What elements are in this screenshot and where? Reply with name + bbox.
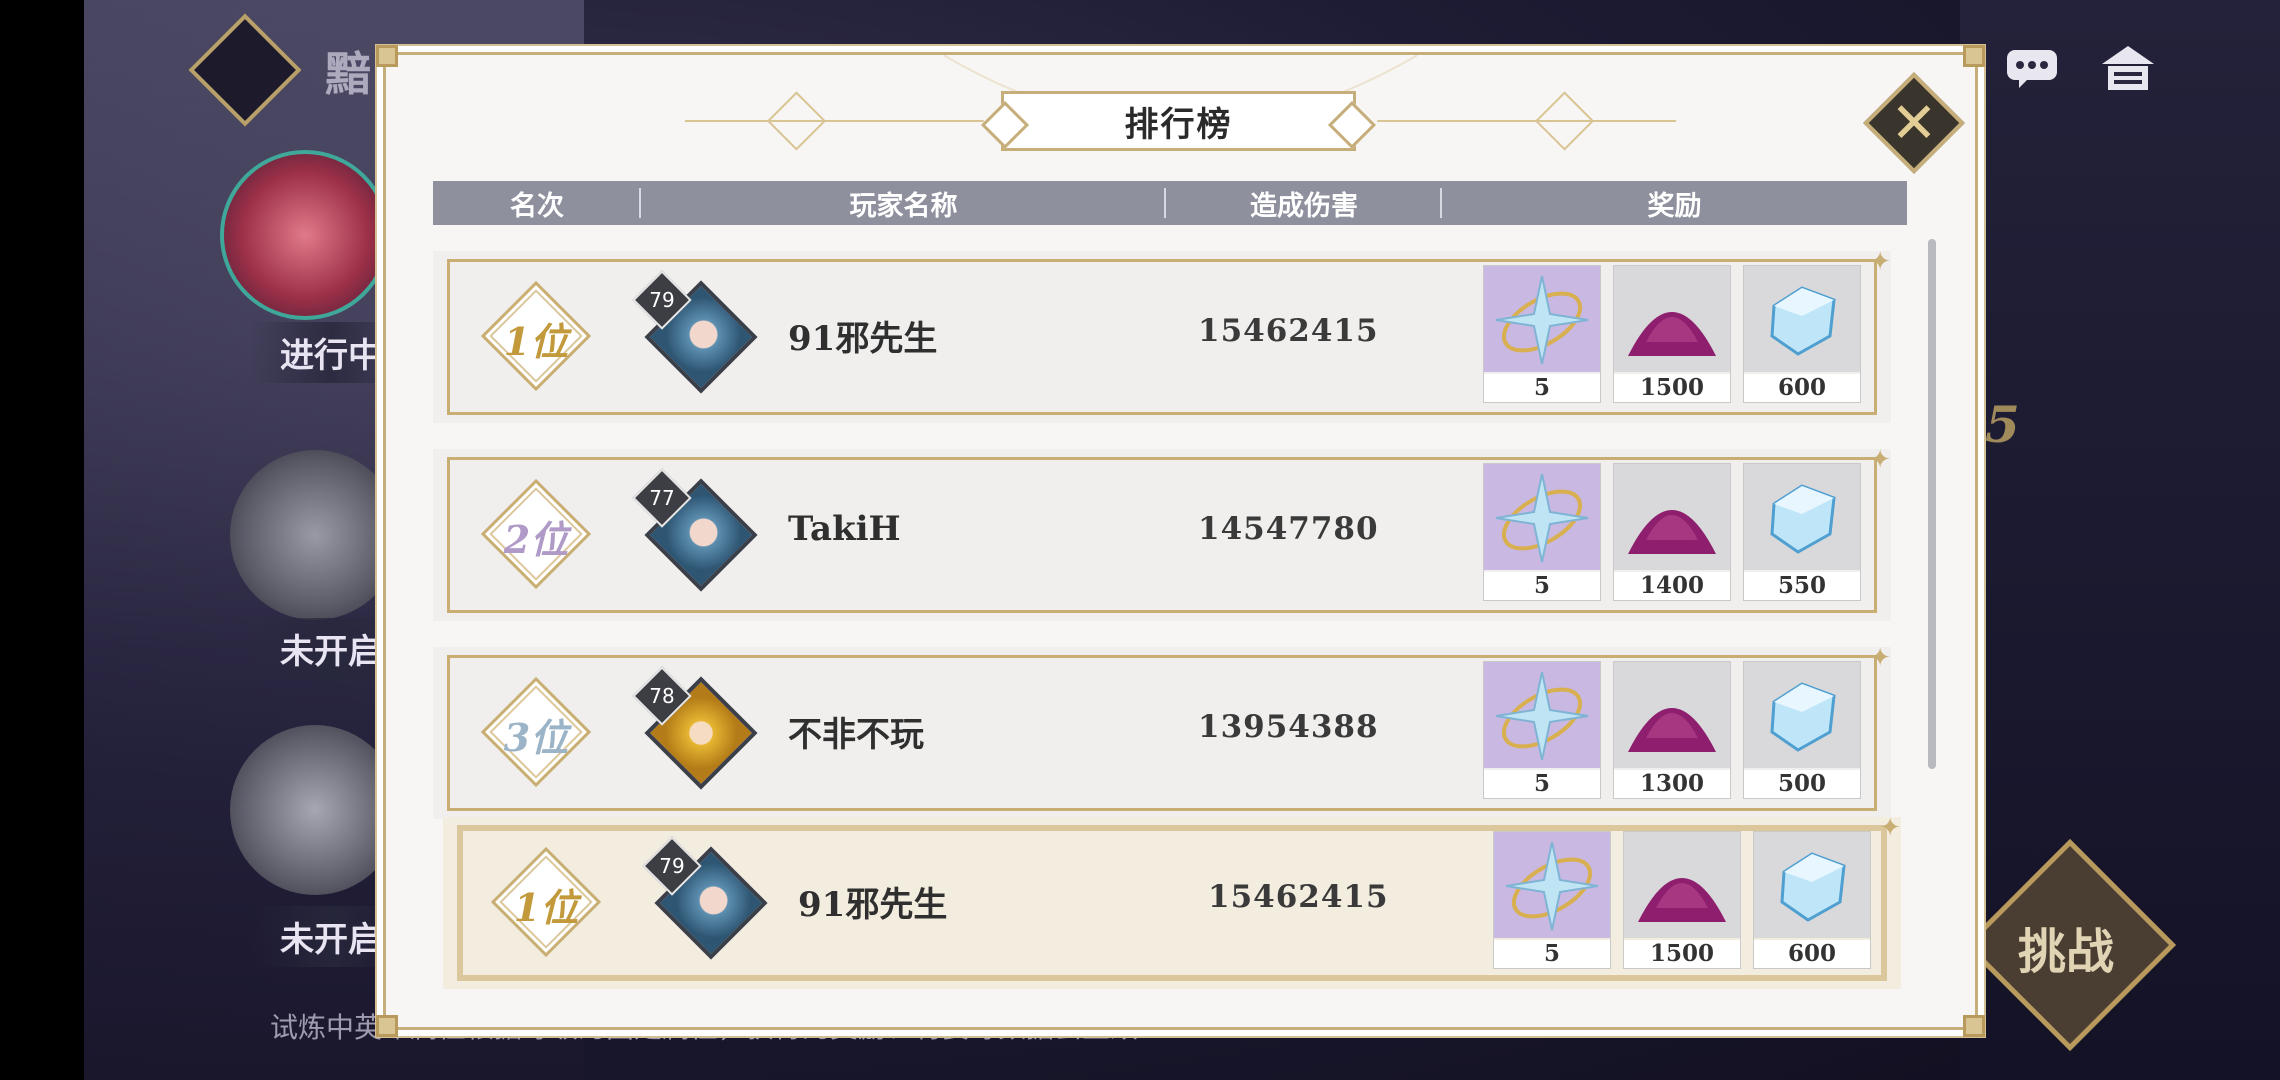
player-avatar[interactable]: 79 xyxy=(632,270,761,397)
player-name: TakiH xyxy=(788,509,901,549)
column-header-rank: 名次 xyxy=(433,184,641,223)
crystal-gem-icon xyxy=(1770,286,1836,356)
hero-portrait-locked[interactable] xyxy=(230,450,400,620)
player-avatar[interactable]: 79 xyxy=(642,836,771,963)
rank-label: 1位 xyxy=(503,319,569,364)
game-screen: 黯 进行中 未开启 未开启 试炼中英雄属性根据等级为固定属性，获得的奖励、将要等… xyxy=(0,0,2280,1080)
corner-ornament xyxy=(1963,1015,1985,1037)
rank-badge: 2位 xyxy=(480,478,592,590)
reward-amount: 5 xyxy=(1484,374,1600,402)
close-x-icon[interactable]: ✕ xyxy=(1886,91,1942,156)
table-row[interactable]: ✦ 2位 77 TakiH 14547780 5 1400 550 xyxy=(433,445,1891,621)
level-text: 79 xyxy=(659,854,685,878)
challenge-label: 挑战 xyxy=(2018,924,2115,980)
rank-badge: 1位 xyxy=(490,846,602,958)
corner-ornament xyxy=(376,1015,398,1037)
level-text: 79 xyxy=(649,288,675,312)
hero-portrait-locked[interactable] xyxy=(230,725,400,895)
reward-item[interactable]: 500 xyxy=(1743,661,1861,799)
damage-value: 13954388 xyxy=(1198,709,1379,745)
table-row[interactable]: ✦ 1位 79 91邪先生 15462415 5 1500 600 xyxy=(433,251,1891,423)
sparkle-icon: ✦ xyxy=(1869,643,1891,673)
reward-item[interactable]: 5 xyxy=(1483,265,1601,403)
damage-value: 15462415 xyxy=(1198,313,1379,349)
title-plate: 排行榜 xyxy=(1001,91,1356,151)
rank-label: 2位 xyxy=(503,517,569,562)
modal-title: 排行榜 xyxy=(1124,104,1233,145)
corner-ornament xyxy=(376,45,398,67)
star-compass-icon xyxy=(1495,671,1589,761)
corner-ornament xyxy=(1963,45,1985,67)
reward-item[interactable]: 5 xyxy=(1483,661,1601,799)
player-name: 不非不玩 xyxy=(788,715,924,755)
player-name: 91邪先生 xyxy=(798,885,948,925)
player-avatar[interactable]: 78 xyxy=(632,666,761,793)
star-compass-icon xyxy=(1495,275,1589,365)
player-avatar[interactable]: 77 xyxy=(632,468,761,595)
reward-amount: 5 xyxy=(1494,940,1610,968)
scrollbar-thumb[interactable] xyxy=(1928,239,1936,769)
crystal-gem-icon xyxy=(1780,852,1846,922)
sparkle-icon: ✦ xyxy=(1869,445,1891,475)
table-header: 名次 玩家名称 造成伤害 奖励 xyxy=(433,181,1907,225)
chat-icon[interactable] xyxy=(2005,48,2059,88)
star-compass-icon xyxy=(1505,841,1599,931)
reward-amount: 600 xyxy=(1744,374,1860,402)
table-row[interactable]: ✦ 3位 78 不非不玩 13954388 5 1300 500 xyxy=(433,643,1891,819)
crystal-gem-icon xyxy=(1770,682,1836,752)
home-icon[interactable] xyxy=(2100,44,2156,92)
reward-item[interactable]: 1500 xyxy=(1623,831,1741,969)
reward-amount: 550 xyxy=(1744,572,1860,600)
damage-value: 14547780 xyxy=(1198,511,1379,547)
damage-value: 15462415 xyxy=(1208,879,1389,915)
reward-item[interactable]: 600 xyxy=(1753,831,1871,969)
reward-item[interactable]: 5 xyxy=(1493,831,1611,969)
page-title: 黯 xyxy=(325,47,375,101)
rank-badge: 1位 xyxy=(480,280,592,392)
hero-portrait-active[interactable] xyxy=(220,150,390,320)
purple-dust-pile-icon xyxy=(1628,708,1716,752)
column-header-player: 玩家名称 xyxy=(641,184,1166,223)
purple-dust-pile-icon xyxy=(1628,312,1716,356)
column-header-damage: 造成伤害 xyxy=(1166,184,1442,223)
reward-amount: 1300 xyxy=(1614,770,1730,798)
reward-amount: 1500 xyxy=(1614,374,1730,402)
reward-item[interactable]: 550 xyxy=(1743,463,1861,601)
rank-label: 3位 xyxy=(503,715,569,760)
leaderboard-modal: 排行榜 ✕ 名次 玩家名称 造成伤害 奖励 ✦ 1位 79 91邪先生 1546… xyxy=(376,45,1985,1037)
sparkle-icon: ✦ xyxy=(1879,813,1901,843)
rank-badge: 3位 xyxy=(480,676,592,788)
level-text: 77 xyxy=(649,486,675,510)
reward-amount: 5 xyxy=(1484,770,1600,798)
reward-amount: 1500 xyxy=(1624,940,1740,968)
player-name: 91邪先生 xyxy=(788,319,938,359)
reward-amount: 500 xyxy=(1744,770,1860,798)
reward-amount: 1400 xyxy=(1614,572,1730,600)
reward-amount: 5 xyxy=(1484,572,1600,600)
column-header-reward: 奖励 xyxy=(1647,190,1702,222)
reward-item[interactable]: 1400 xyxy=(1613,463,1731,601)
reward-amount: 600 xyxy=(1754,940,1870,968)
reward-item[interactable]: 5 xyxy=(1483,463,1601,601)
purple-dust-pile-icon xyxy=(1628,510,1716,554)
stage-number: 5 xyxy=(1985,395,2020,454)
reward-item[interactable]: 1500 xyxy=(1613,265,1731,403)
level-text: 78 xyxy=(649,684,675,708)
rank-label: 1位 xyxy=(513,885,579,930)
reward-item[interactable]: 1300 xyxy=(1613,661,1731,799)
sparkle-icon: ✦ xyxy=(1869,251,1891,277)
reward-item[interactable]: 600 xyxy=(1743,265,1861,403)
self-rank-row: ✦ 1位 79 91邪先生 15462415 5 1500 600 xyxy=(443,813,1901,989)
star-compass-icon xyxy=(1495,473,1589,563)
purple-dust-pile-icon xyxy=(1638,878,1726,922)
crystal-gem-icon xyxy=(1770,484,1836,554)
leaderboard-list[interactable]: ✦ 1位 79 91邪先生 15462415 5 1500 600 ✦ 2位 7… xyxy=(433,251,1907,851)
